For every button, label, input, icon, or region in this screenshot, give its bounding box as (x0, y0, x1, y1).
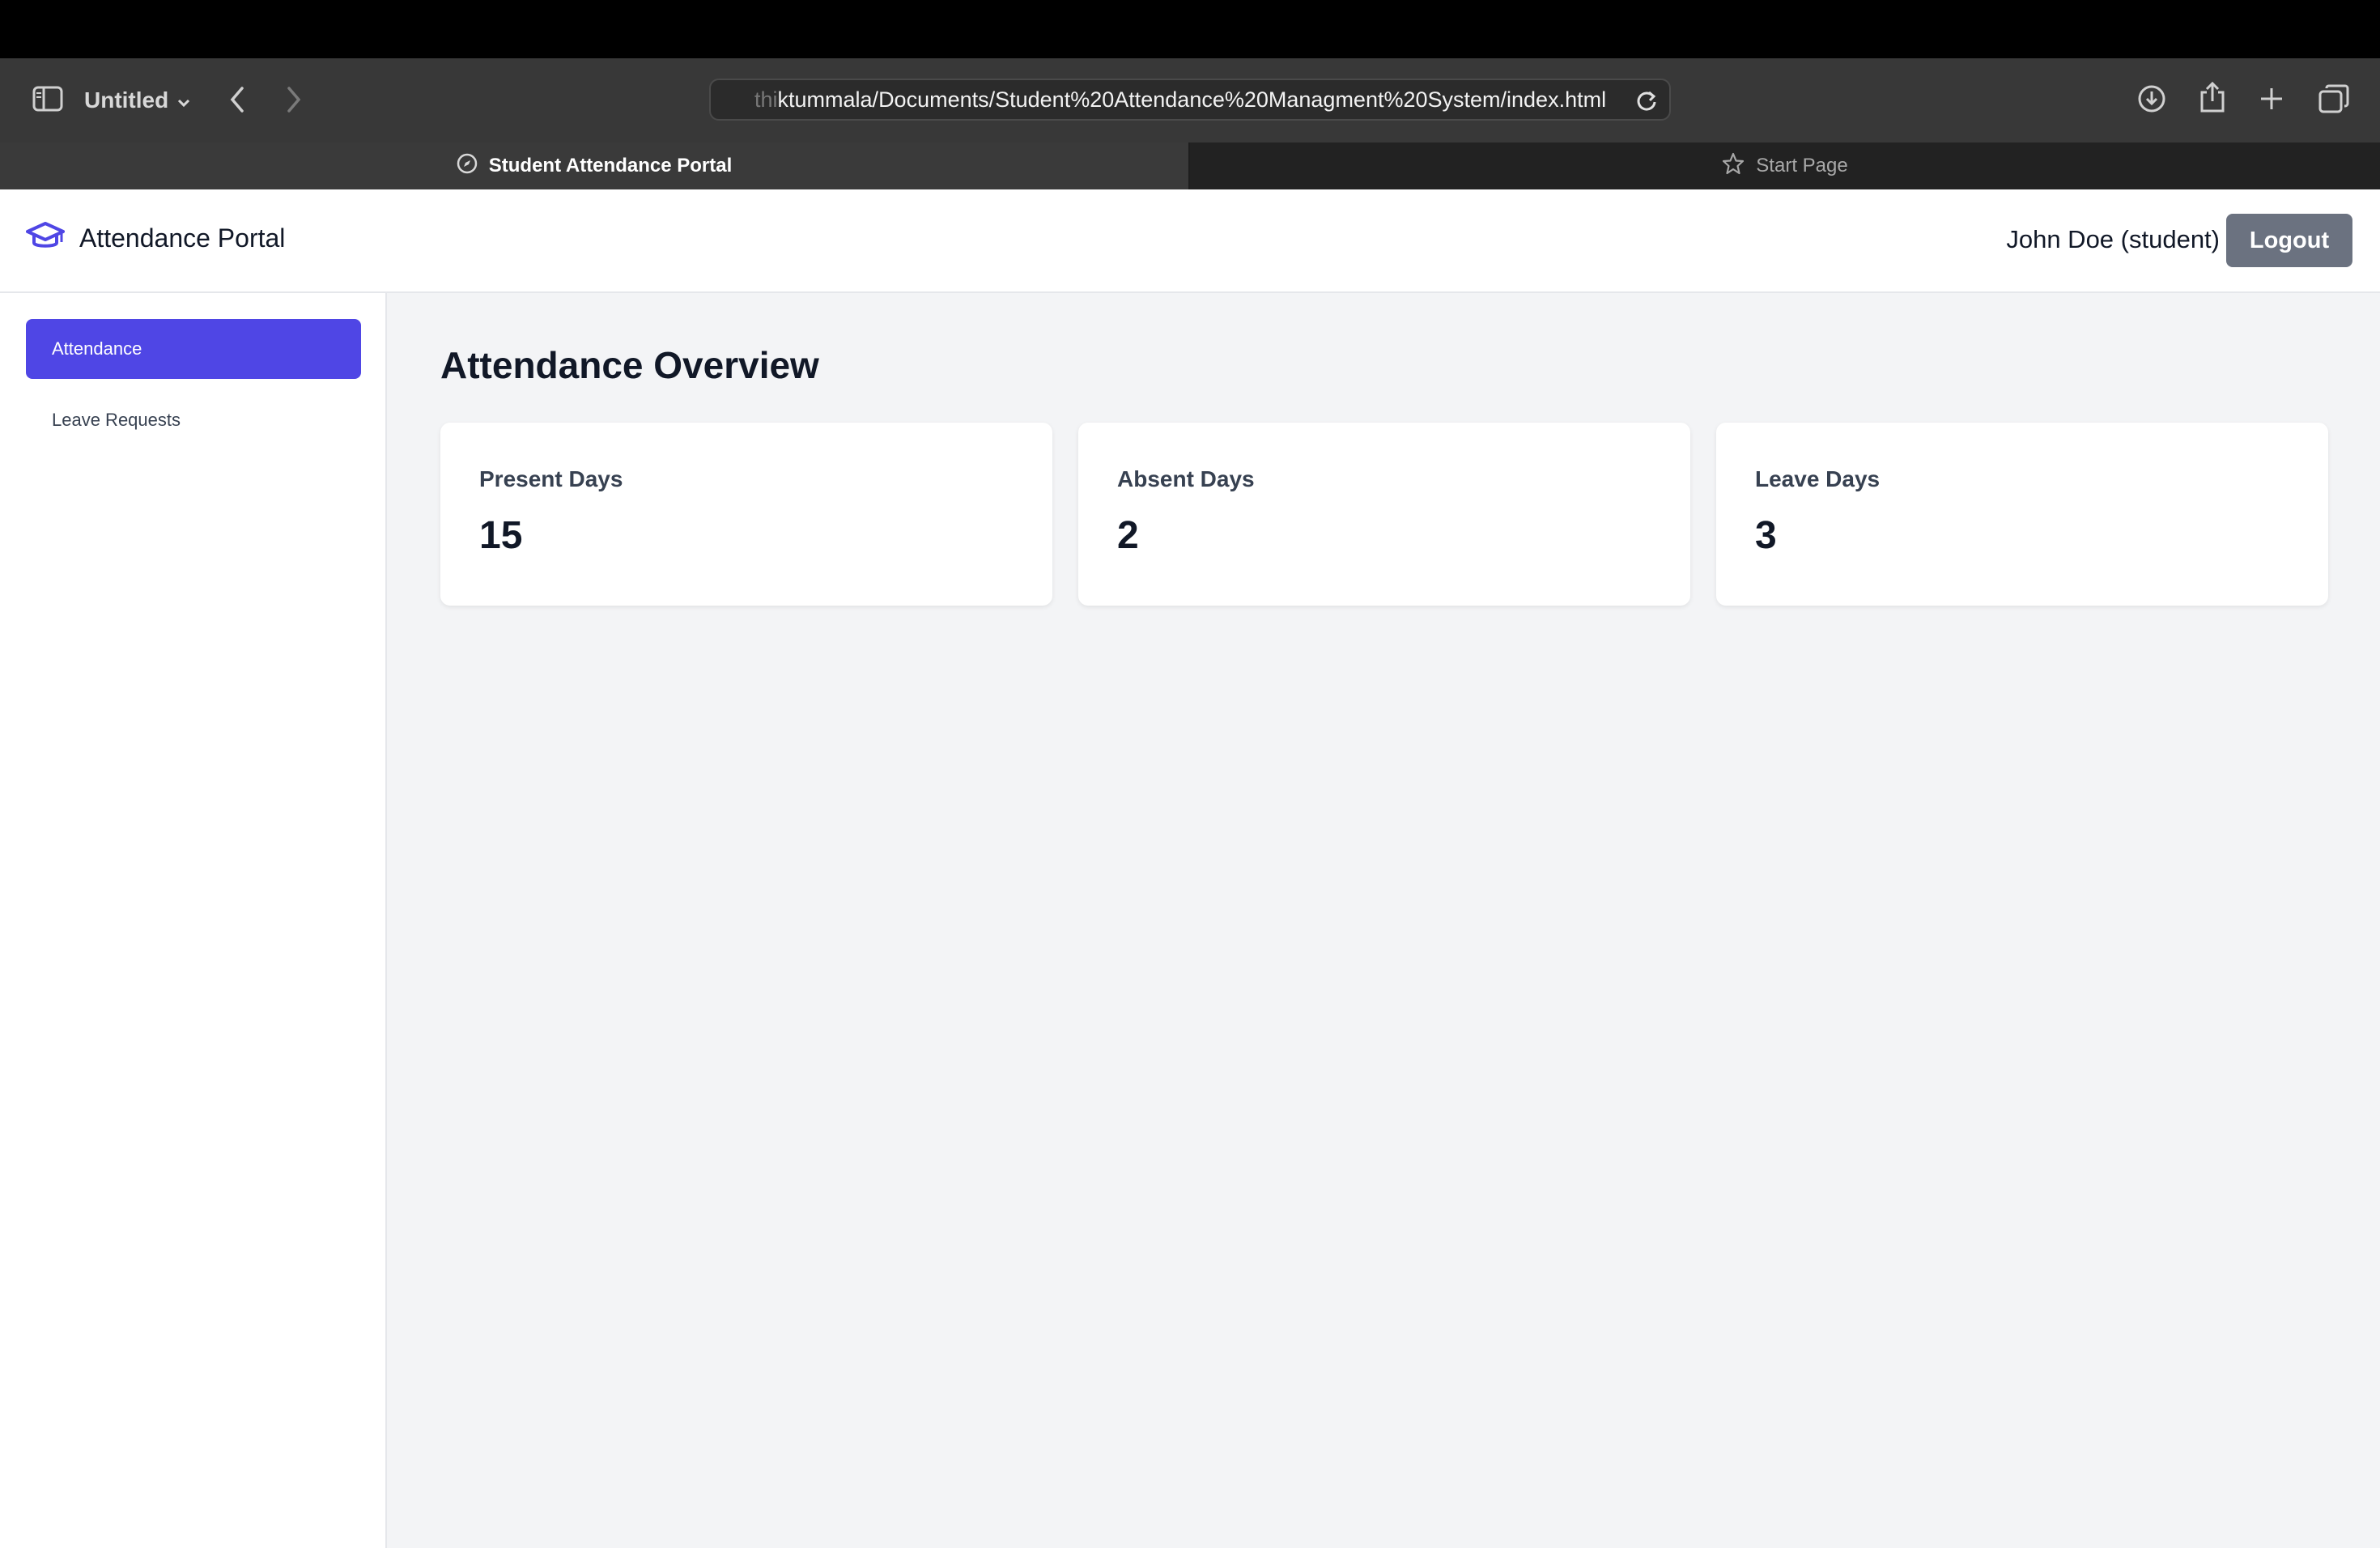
app-header: Attendance Portal John Doe (student) Log… (0, 189, 2380, 293)
address-url: thiktummala/Documents/Student%20Attendan… (754, 87, 1607, 112)
card-value: 2 (1117, 514, 1139, 557)
tab-label: Student Attendance Portal (488, 155, 733, 176)
card-value: 3 (1755, 514, 1777, 557)
tab-overview-icon[interactable] (2318, 84, 2349, 113)
card-label: Absent Days (1117, 466, 1255, 491)
new-tab-plus-icon[interactable] (2259, 86, 2284, 112)
address-bar[interactable]: thiktummala/Documents/Student%20Attendan… (709, 79, 1671, 121)
tab-bar: Student Attendance Portal Start Page (0, 142, 2380, 189)
tab-student-attendance-portal[interactable]: Student Attendance Portal (0, 142, 1188, 189)
sidebar: Attendance Leave Requests (0, 293, 387, 1548)
leave-days-card: Leave Days 3 (1716, 423, 2328, 606)
card-label: Present Days (479, 466, 623, 491)
back-arrow-icon[interactable] (228, 86, 246, 113)
screen-top-bar (0, 0, 2380, 58)
card-label: Leave Days (1755, 466, 1881, 491)
logout-button[interactable]: Logout (2226, 214, 2352, 267)
web-page: Attendance Portal John Doe (student) Log… (0, 189, 2380, 1548)
user-name: John Doe (student) (2006, 225, 2220, 253)
tab-label: Start Page (1756, 155, 1848, 176)
sidebar-item-leave-requests[interactable]: Leave Requests (26, 390, 361, 450)
present-days-card: Present Days 15 (440, 423, 1052, 606)
chevron-down-icon (176, 87, 191, 113)
absent-days-card: Absent Days 2 (1078, 423, 1690, 606)
sidebar-toggle-icon[interactable] (32, 86, 63, 112)
sidebar-item-attendance[interactable]: Attendance (26, 319, 361, 379)
window-title: Untitled (84, 87, 169, 113)
reload-icon[interactable] (1635, 89, 1658, 116)
share-icon[interactable] (2199, 81, 2226, 113)
brand-name: Attendance Portal (79, 223, 286, 253)
graduation-cap-icon (26, 220, 65, 257)
download-icon[interactable] (2137, 84, 2166, 113)
star-icon (1722, 152, 1745, 181)
stat-cards: Present Days 15 Absent Days 2 Leave Days… (440, 423, 2328, 606)
card-value: 15 (479, 514, 523, 557)
tab-start-page[interactable]: Start Page (1190, 142, 2380, 189)
compass-icon (457, 153, 478, 180)
browser-toolbar: Untitled thiktummala/Documents/Student%2… (0, 58, 2380, 142)
brand[interactable]: Attendance Portal (26, 220, 285, 257)
forward-arrow-icon[interactable] (285, 86, 303, 113)
window-title-menu[interactable]: Untitled (84, 87, 191, 113)
page-title: Attendance Overview (440, 344, 819, 386)
